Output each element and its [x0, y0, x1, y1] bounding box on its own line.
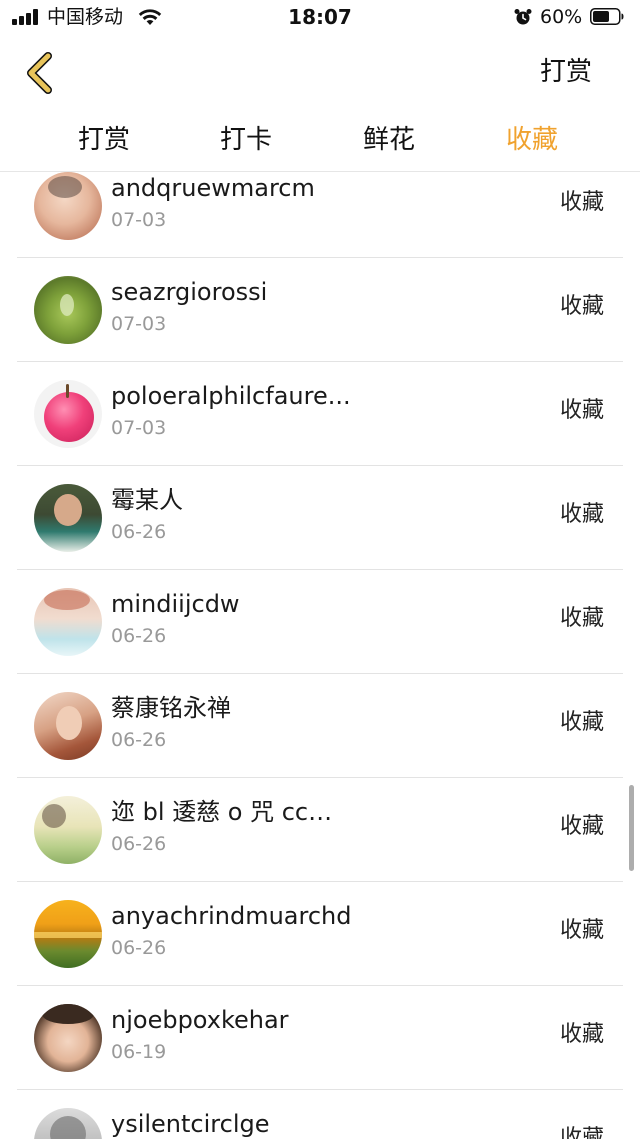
battery-percentage: 60% [540, 6, 583, 28]
list-item[interactable]: andqruewmarcm 07-03 收藏 [0, 172, 640, 258]
favorite-label: 收藏 [559, 1022, 604, 1047]
username: 蔡康铭永禅 [111, 694, 231, 722]
avatar [34, 796, 102, 864]
username: 迩 bl 逶慈 o 咒 cc… [111, 798, 333, 826]
scrollbar[interactable] [629, 785, 634, 871]
username: andqruewmarcm [111, 174, 315, 202]
tab-checkin[interactable]: 打卡 [220, 122, 272, 158]
date: 06-26 [111, 625, 167, 647]
back-button[interactable] [20, 50, 64, 96]
date: 07-03 [111, 209, 167, 231]
date: 07-03 [111, 417, 167, 439]
list-item[interactable]: ysilentcirclge 收藏 [0, 1090, 640, 1139]
username: 霉某人 [111, 486, 183, 514]
avatar [34, 276, 102, 344]
date: 06-19 [111, 1041, 167, 1063]
list-item[interactable]: anyachrindmuarchd 06-26 收藏 [0, 882, 640, 986]
status-bar: 中国移动 18:07 60% [0, 0, 640, 36]
battery-icon [590, 8, 624, 25]
favorite-label: 收藏 [559, 294, 604, 319]
favorite-label: 收藏 [559, 814, 604, 839]
username: mindiijcdw [111, 590, 240, 618]
avatar [34, 484, 102, 552]
tab-favorites[interactable]: 收藏 [506, 122, 558, 158]
reward-header-button[interactable]: 打赏 [540, 55, 592, 89]
avatar [34, 588, 102, 656]
username: poloeralphilcfaure... [111, 382, 351, 410]
favorite-label: 收藏 [559, 918, 604, 943]
list-item[interactable]: poloeralphilcfaure... 07-03 收藏 [0, 362, 640, 466]
date: 06-26 [111, 937, 167, 959]
list-item[interactable]: 霉某人 06-26 收藏 [0, 466, 640, 570]
favorite-label: 收藏 [559, 190, 604, 215]
username: njoebpoxkehar [111, 1006, 289, 1034]
date: 06-26 [111, 833, 167, 855]
favorite-label: 收藏 [559, 398, 604, 423]
date: 06-26 [111, 521, 167, 543]
favorite-label: 收藏 [559, 1126, 604, 1139]
date: 06-26 [111, 729, 167, 751]
favorite-label: 收藏 [559, 710, 604, 735]
avatar [34, 900, 102, 968]
favorite-label: 收藏 [559, 502, 604, 527]
list-item[interactable]: 蔡康铭永禅 06-26 收藏 [0, 674, 640, 778]
avatar [34, 1004, 102, 1072]
alarm-icon [514, 9, 532, 25]
chevron-left-icon [27, 52, 52, 94]
username: anyachrindmuarchd [111, 902, 352, 930]
list-item[interactable]: seazrgiorossi 07-03 收藏 [0, 258, 640, 362]
date: 07-03 [111, 313, 167, 335]
list-item[interactable]: njoebpoxkehar 06-19 收藏 [0, 986, 640, 1090]
list-item[interactable]: mindiijcdw 06-26 收藏 [0, 570, 640, 674]
username: ysilentcirclge [111, 1110, 270, 1138]
avatar [34, 1108, 102, 1139]
list-item[interactable]: 迩 bl 逶慈 o 咒 cc… 06-26 收藏 [0, 778, 640, 882]
avatar [34, 692, 102, 760]
avatar [34, 380, 102, 448]
favorite-label: 收藏 [559, 606, 604, 631]
tab-bar: 打赏 打卡 鲜花 收藏 [0, 122, 640, 160]
tab-reward[interactable]: 打赏 [78, 122, 130, 158]
tab-flowers[interactable]: 鲜花 [363, 122, 415, 158]
favorites-list[interactable]: andqruewmarcm 07-03 收藏 seazrgiorossi 07-… [0, 172, 640, 1139]
avatar [34, 172, 102, 240]
username: seazrgiorossi [111, 278, 268, 306]
